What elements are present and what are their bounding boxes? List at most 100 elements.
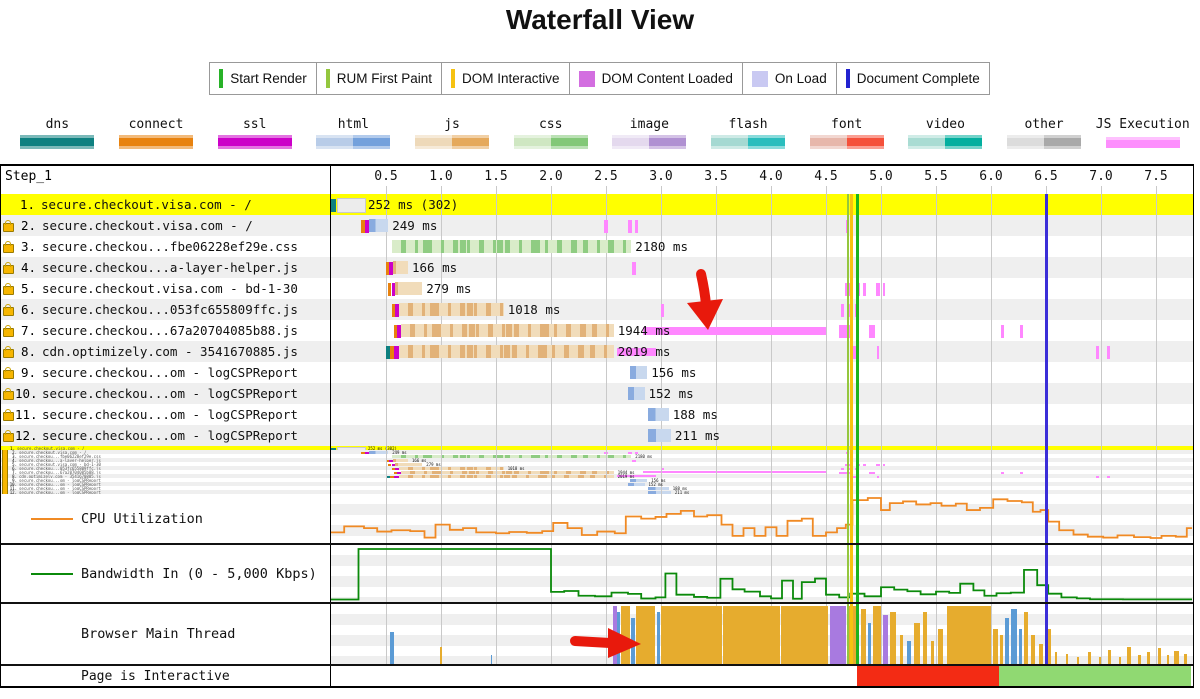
main-thread-activity <box>491 655 493 664</box>
gridline <box>1156 404 1157 425</box>
request-bar-row[interactable]: 1944 ms <box>331 320 1193 341</box>
axis-tick-label: 6.5 <box>1032 169 1060 184</box>
request-label-row[interactable]: 1.secure.checkout.visa.com - / <box>1 194 330 215</box>
main-thread-activity <box>617 612 620 664</box>
request-bar-row[interactable]: 156 ms <box>331 362 1193 383</box>
request-label-row[interactable]: 10.secure.checkou...om - logCSPReport <box>1 383 330 404</box>
lock-icon <box>3 286 14 295</box>
gridline <box>1156 194 1157 215</box>
axis-tick-label: 3.5 <box>702 169 730 184</box>
rum-first-paint-marker-line <box>847 194 849 446</box>
lock-icon <box>3 265 14 274</box>
gridline <box>551 383 552 404</box>
gridline <box>881 362 882 383</box>
request-label-row[interactable]: 3.secure.checkou...fbe06228ef29e.css <box>1 236 330 257</box>
request-bar-row[interactable]: 1018 ms <box>331 299 1193 320</box>
gridline <box>551 257 552 278</box>
page-interactive-legend: Page is Interactive <box>1 666 330 686</box>
resource-label: html <box>338 117 369 132</box>
main-thread-activity <box>1048 629 1051 664</box>
js-execution-bar <box>643 327 826 335</box>
request-timing-bar <box>399 345 614 358</box>
request-label-row[interactable]: 6.secure.checkou...053fc655809ffc.js <box>1 299 330 320</box>
rum-first-paint-marker-line <box>847 604 849 664</box>
request-label-row[interactable]: 8.cdn.optimizely.com - 3541670885.js <box>1 341 330 362</box>
request-label-row[interactable]: 11.secure.checkou...om - logCSPReport <box>1 404 330 425</box>
request-url-label: secure.checkou...om - logCSPReport <box>42 365 298 380</box>
resource-label: image <box>630 117 669 132</box>
request-time-label: 1944 ms <box>618 323 671 338</box>
gridline <box>661 194 662 215</box>
gridline <box>1156 299 1157 320</box>
request-bar-row[interactable]: 279 ms <box>331 278 1193 299</box>
gridline <box>551 215 552 236</box>
request-label-row[interactable]: 4.secure.checkou...a-layer-helper.js <box>1 257 330 278</box>
dom-content-loaded-mark <box>579 71 595 87</box>
start-render-marker-line <box>856 446 859 494</box>
js-execution-tick <box>841 304 843 317</box>
axis-tick <box>496 186 497 194</box>
gridline <box>386 320 387 341</box>
request-number: 1. <box>14 197 35 212</box>
main-thread-activity <box>1019 629 1022 664</box>
rum-first-paint-marker-line <box>847 494 849 543</box>
gridline <box>441 362 442 383</box>
js-execution-tick <box>635 220 638 233</box>
resource-label: connect <box>129 117 184 132</box>
resource-legend-image: image <box>600 117 699 149</box>
lock-icon <box>3 412 14 421</box>
gridline <box>496 604 497 664</box>
request-label-row[interactable]: 5.secure.checkout.visa.com - bd-1-30 <box>1 278 330 299</box>
gridline <box>606 425 607 446</box>
request-bar-row[interactable]: 2019 ms <box>331 341 1193 362</box>
gridline <box>1101 299 1102 320</box>
resource-legend-other: other <box>995 117 1094 149</box>
gridline <box>826 383 827 404</box>
request-time-label: 249 ms <box>392 218 437 233</box>
lock-icon <box>3 391 14 400</box>
gridline <box>496 362 497 383</box>
gridline <box>881 215 882 236</box>
gridline <box>441 404 442 425</box>
request-url-label: secure.checkou...053fc655809ffc.js <box>42 302 298 317</box>
main-thread-activity <box>1147 652 1150 664</box>
gridline <box>606 278 607 299</box>
request-label-row[interactable]: 2.secure.checkout.visa.com - / <box>1 215 330 236</box>
gridline <box>716 215 717 236</box>
gridline <box>386 446 387 494</box>
axis-tick-label: 4.5 <box>812 169 840 184</box>
page-interactive-bar <box>331 666 1193 686</box>
main-thread-activity <box>890 612 897 664</box>
request-bar-row[interactable]: 2180 ms <box>331 236 1193 257</box>
request-bar-row[interactable]: 188 ms <box>331 404 1193 425</box>
request-bar-row[interactable]: 249 ms <box>331 215 1193 236</box>
request-time-label: 211 ms <box>675 490 689 494</box>
gridline <box>771 278 772 299</box>
request-bar-row[interactable]: 152 ms <box>331 383 1193 404</box>
resource-legend-js-execution: JS Execution <box>1093 117 1192 149</box>
gridline <box>826 404 827 425</box>
lock-icon <box>3 370 14 379</box>
request-bar-row[interactable]: 252 ms (302) <box>331 194 1193 215</box>
request-label-row[interactable]: 7.secure.checkou...67a20704085b88.js <box>1 320 330 341</box>
gridline <box>881 299 882 320</box>
request-time-label: 2019 ms <box>618 344 671 359</box>
request-time-label: 249 ms <box>392 450 406 455</box>
request-time-label: 2180 ms <box>635 454 652 459</box>
document-complete-marker-line <box>1045 194 1048 446</box>
rum-first-paint-marker-line <box>847 446 849 494</box>
gridline <box>881 383 882 404</box>
bandwidth-legend: Bandwidth In (0 - 5,000 Kbps) <box>1 545 330 602</box>
resource-label: dns <box>46 117 69 132</box>
gridline <box>936 383 937 404</box>
gridline <box>386 299 387 320</box>
time-axis: 0.51.01.52.02.53.03.54.04.55.05.56.06.57… <box>331 166 1193 194</box>
main-thread-activity <box>1077 657 1079 664</box>
request-label-row[interactable]: 9.secure.checkou...om - logCSPReport <box>1 362 330 383</box>
request-label-row[interactable]: 12.secure.checkou...om - logCSPReport <box>1 425 330 446</box>
request-time-label: 166 ms <box>412 458 426 463</box>
gridline <box>496 215 497 236</box>
request-bar-row[interactable]: 166 ms <box>331 257 1193 278</box>
gridline <box>1156 278 1157 299</box>
request-bar-row[interactable]: 211 ms <box>331 425 1193 446</box>
